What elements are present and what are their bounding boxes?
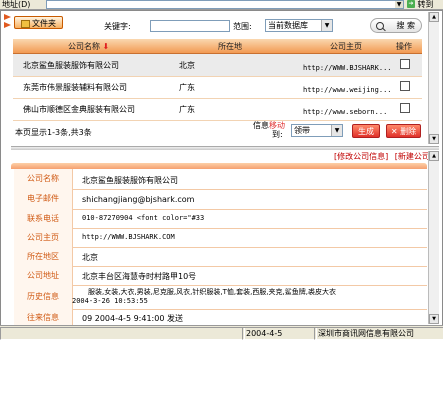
keyword-label: 关键字:: [104, 22, 131, 31]
arrow-right-icon[interactable]: [4, 14, 11, 20]
col-header-homepage[interactable]: 公司主页: [330, 41, 362, 52]
sort-arrow-icon: ⬇: [102, 42, 110, 51]
detail-row: 电子邮件 shichangjiang@bjshark.com: [14, 189, 427, 210]
detail-label: 往来信息: [14, 309, 73, 326]
table-row[interactable]: 北京鲨鱼服装服饰有限公司 北京 http://WWW.BJSHARK...: [13, 54, 422, 77]
row-location: 广东: [179, 105, 195, 114]
detail-value: 服装,女装,大衣,男装,尼克服,风衣,针织服装,T恤,套装,西服,夹克,鲨鱼牌,…: [88, 288, 336, 296]
detail-label: 公司名称: [14, 169, 73, 189]
chevron-down-icon[interactable]: ▼: [331, 125, 342, 136]
scroll-up-icon[interactable]: ▲: [429, 151, 439, 161]
row-company-name[interactable]: 佛山市顺德区金典服装有限公司: [23, 104, 135, 115]
address-input[interactable]: [46, 0, 404, 9]
col-header-action: 操作: [396, 42, 412, 51]
edit-company-link[interactable]: [修改公司信息]: [334, 152, 388, 161]
scroll-down-icon[interactable]: ▼: [429, 134, 439, 144]
detail-value: 北京鲨鱼服装服饰有限公司: [82, 176, 178, 185]
go-arrow-icon: ➔: [407, 0, 415, 8]
row-checkbox[interactable]: [400, 59, 410, 69]
row-checkbox[interactable]: [400, 81, 410, 91]
scope-value: 当前数据库: [268, 21, 308, 30]
detail-row: 公司地址 北京丰台区海慧寺时村路甲10号: [14, 266, 427, 286]
pane-splitter[interactable]: [11, 146, 439, 150]
arrow-right-icon-2[interactable]: [4, 22, 11, 28]
detail-row: 公司主页 http://WWW.BJSHARK.COM: [14, 228, 427, 248]
scroll-up-icon[interactable]: ▲: [429, 12, 439, 22]
files-tab[interactable]: 文件夹: [14, 16, 63, 29]
row-location: 北京: [179, 61, 195, 70]
files-tab-label: 文件夹: [32, 19, 56, 28]
side-arrows[interactable]: [3, 12, 13, 36]
go-label: 转到: [417, 0, 434, 9]
table-header: 公司名称 ⬇ 所在地 公司主页 操作: [13, 39, 422, 54]
address-label: 地址(D): [2, 0, 31, 9]
detail-value-2: 2004-3-26 10:53:55: [72, 297, 148, 305]
detail-value[interactable]: http://WWW.BJSHARK.COM: [82, 233, 175, 241]
scope-select[interactable]: 当前数据库 ▼: [265, 19, 333, 32]
scope-label: 范围:: [233, 22, 252, 31]
row-company-name[interactable]: 东莞市伟景服装辅料有限公司: [23, 82, 127, 93]
row-homepage-link[interactable]: http://WWW.BJSHARK...: [303, 64, 392, 72]
status-segment-empty: [0, 327, 245, 340]
company-table: 北京鲨鱼服装服饰有限公司 北京 http://WWW.BJSHARK... 东莞…: [13, 54, 422, 121]
address-dropdown-icon[interactable]: ▼: [395, 1, 403, 8]
detail-row: 历史信息 服装,女装,大衣,男装,尼克服,风衣,针织服装,T恤,套装,西服,夹克…: [14, 285, 427, 310]
row-company-name[interactable]: 北京鲨鱼服装服饰有限公司: [23, 60, 119, 71]
detail-value: 010-87270904 <font color="#33: [82, 214, 205, 222]
action-links: [修改公司信息] [新建公司]: [11, 151, 438, 163]
move-target-select[interactable]: 领带 ▼: [291, 124, 343, 137]
upper-scrollbar[interactable]: ▲ ▼: [428, 12, 439, 144]
move-to-label: 信息移动 到:: [253, 121, 285, 139]
table-row[interactable]: 佛山市顺德区金典服装有限公司 广东 http://www.seborn...: [13, 98, 422, 121]
detail-label: 所在地区: [14, 247, 73, 266]
search-button-label: 搜 索: [396, 21, 415, 30]
status-date: 2004-4-5: [242, 327, 317, 340]
detail-row: 联系电话 010-87270904 <font color="#33: [14, 209, 427, 229]
move-target-value: 领带: [294, 126, 310, 135]
detail-label: 电子邮件: [14, 189, 73, 209]
table-row[interactable]: 东莞市伟景服装辅料有限公司 广东 http://www.weijing...: [13, 76, 422, 99]
detail-value: shichangjiang@bjshark.com: [82, 195, 195, 204]
close-icon: ✕: [390, 127, 398, 136]
detail-value: 北京丰台区海慧寺时村路甲10号: [82, 272, 197, 281]
detail-row: 所在地区 北京: [14, 247, 427, 267]
status-company: 深圳市商讯网信息有限公司: [314, 327, 443, 340]
detail-value: 09 2004-4-5 9:41:00 发送: [82, 314, 183, 323]
search-icon: [376, 22, 384, 30]
detail-value: 北京: [82, 253, 98, 262]
row-location: 广东: [179, 83, 195, 92]
detail-row: 公司名称 北京鲨鱼服装服饰有限公司: [14, 169, 427, 190]
scroll-down-icon[interactable]: ▼: [429, 314, 439, 324]
detail-label: 公司主页: [14, 228, 73, 247]
row-homepage-link[interactable]: http://www.seborn...: [303, 108, 387, 116]
detail-label: 联系电话: [14, 209, 73, 228]
col-header-location[interactable]: 所在地: [218, 41, 242, 52]
folder-icon: [21, 19, 30, 28]
col-header-name[interactable]: 公司名称 ⬇: [68, 41, 109, 52]
keyword-input[interactable]: [150, 20, 230, 32]
detail-label: 公司地址: [14, 266, 73, 285]
lower-scrollbar[interactable]: ▲ ▼: [428, 151, 439, 324]
search-button[interactable]: 搜 索: [370, 18, 422, 33]
detail-label: 历史信息: [14, 285, 73, 309]
pager-summary: 本页显示1-3条,共3条: [15, 128, 92, 137]
chevron-down-icon[interactable]: ▼: [321, 20, 332, 31]
generate-button[interactable]: 生成: [352, 124, 380, 138]
row-homepage-link[interactable]: http://www.weijing...: [303, 86, 392, 94]
go-button[interactable]: ➔ 转到: [407, 0, 441, 9]
delete-button[interactable]: ✕ 删除: [386, 124, 421, 138]
row-checkbox[interactable]: [400, 103, 410, 113]
status-bar: 2004-4-5 深圳市商讯网信息有限公司: [0, 325, 443, 340]
